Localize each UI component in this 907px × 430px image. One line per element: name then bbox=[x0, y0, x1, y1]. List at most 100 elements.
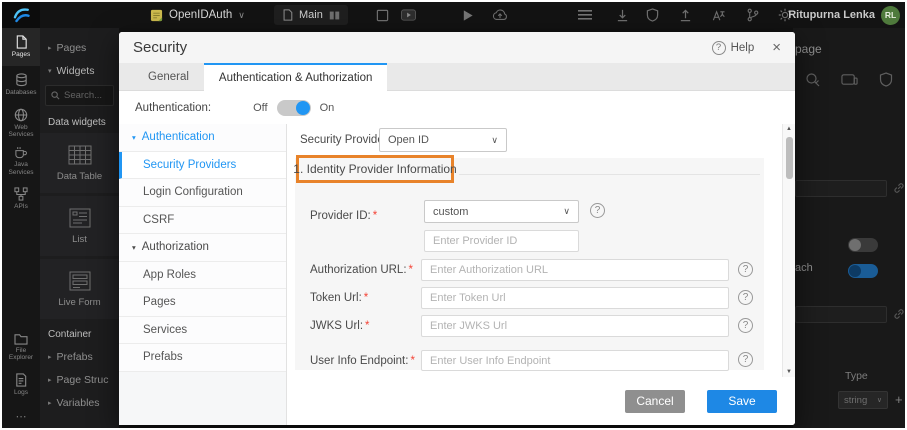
shield-security-icon[interactable] bbox=[644, 7, 660, 23]
logs-file-icon bbox=[15, 373, 27, 387]
group-container: Container bbox=[40, 322, 119, 345]
token-url-label: Token Url:* bbox=[310, 292, 368, 304]
scroll-down-icon[interactable]: ▼ bbox=[783, 369, 795, 375]
nav-item-services[interactable]: Services bbox=[119, 317, 286, 345]
search-icon bbox=[51, 91, 60, 100]
jwks-url-input[interactable] bbox=[421, 315, 729, 337]
localization-icon[interactable] bbox=[710, 7, 726, 23]
chevron-down-icon: ∨ bbox=[563, 206, 570, 217]
explorer-section-pages[interactable]: ▸ Pages bbox=[40, 36, 119, 59]
left-icon-rail: Pages Databases Web Services Java Servic… bbox=[2, 28, 40, 428]
help-icon[interactable]: ? bbox=[738, 318, 753, 333]
close-icon[interactable]: × bbox=[772, 40, 781, 55]
video-tutorials-icon[interactable] bbox=[400, 7, 416, 23]
rail-item-databases[interactable]: Databases bbox=[2, 66, 40, 104]
page-tab-label: Main bbox=[299, 9, 323, 21]
section-title: 1. Identity Provider Information bbox=[293, 162, 456, 176]
rail-more-button[interactable]: ⋯ bbox=[2, 404, 40, 428]
content-scrollbar[interactable]: ▲ ▼ bbox=[782, 124, 795, 377]
authentication-toggle[interactable] bbox=[277, 100, 311, 116]
user-avatar: RL bbox=[881, 6, 900, 25]
required-asterisk: * bbox=[373, 210, 377, 222]
dialog-body: ▾ Authentication Security Providers Logi… bbox=[119, 124, 795, 425]
explorer-section-widgets[interactable]: ▾ Widgets bbox=[40, 59, 119, 82]
bind-link-icon[interactable] bbox=[893, 308, 906, 321]
deploy-cloud-icon[interactable] bbox=[492, 7, 508, 23]
widget-tile-list[interactable]: List bbox=[40, 196, 119, 256]
explorer-section-prefabs[interactable]: ▸ Prefabs bbox=[40, 345, 119, 368]
scroll-up-icon[interactable]: ▲ bbox=[783, 126, 795, 132]
menu-list-icon[interactable] bbox=[577, 7, 593, 23]
tab-general[interactable]: General bbox=[133, 63, 204, 91]
tab-authentication-authorization[interactable]: Authentication & Authorization bbox=[204, 63, 387, 91]
question-circle-icon: ? bbox=[712, 41, 726, 55]
help-icon[interactable]: ? bbox=[738, 352, 753, 367]
property-input[interactable] bbox=[795, 180, 887, 197]
help-icon[interactable]: ? bbox=[590, 203, 605, 218]
download-icon[interactable] bbox=[614, 7, 630, 23]
help-button[interactable]: ? Help bbox=[712, 41, 755, 55]
explorer-section-page-structure[interactable]: ▸ Page Struc bbox=[40, 368, 119, 391]
rail-item-file-explorer[interactable]: File Explorer bbox=[2, 328, 40, 366]
rail-item-apis[interactable]: APIs bbox=[2, 180, 40, 218]
security-shield-icon[interactable] bbox=[879, 72, 897, 90]
widget-search-input[interactable]: Search... bbox=[45, 85, 114, 106]
rail-item-java-services[interactable]: Java Services bbox=[2, 142, 40, 180]
rail-item-logs[interactable]: Logs bbox=[2, 366, 40, 404]
device-preview-icon[interactable] bbox=[841, 73, 859, 91]
security-dialog: Security ? Help × General Authentication… bbox=[119, 32, 795, 425]
project-icon bbox=[150, 9, 163, 22]
cancel-button[interactable]: Cancel bbox=[625, 390, 685, 413]
project-selector[interactable]: OpenIDAuth ∨ bbox=[150, 2, 245, 28]
nav-item-csrf[interactable]: CSRF bbox=[119, 207, 286, 235]
wavemaker-logo-icon[interactable] bbox=[2, 2, 40, 28]
property-toggle-on[interactable] bbox=[848, 264, 878, 278]
project-name: OpenIDAuth bbox=[169, 9, 232, 21]
chevron-down-icon: ∨ bbox=[877, 396, 882, 404]
type-select[interactable]: string ∨ bbox=[838, 391, 888, 409]
page-tab-main[interactable]: Main bbox=[274, 5, 348, 25]
help-icon[interactable]: ? bbox=[738, 290, 753, 305]
nav-item-login-configuration[interactable]: Login Configuration bbox=[119, 179, 286, 207]
nav-item-security-providers[interactable]: Security Providers bbox=[119, 152, 286, 180]
nav-item-pages[interactable]: Pages bbox=[119, 289, 286, 317]
add-variable-button[interactable]: + bbox=[895, 392, 903, 407]
apis-nodes-icon bbox=[14, 187, 28, 201]
triangle-right-icon: ▸ bbox=[48, 353, 52, 361]
property-input[interactable] bbox=[795, 306, 887, 323]
explorer-panel: ▸ Pages ▾ Widgets Search... Data widgets… bbox=[40, 28, 119, 428]
user-info-endpoint-input[interactable] bbox=[421, 350, 729, 371]
rail-item-web-services[interactable]: Web Services bbox=[2, 104, 40, 142]
save-button[interactable]: Save bbox=[707, 390, 777, 413]
nav-section-authentication[interactable]: ▾ Authentication bbox=[119, 124, 286, 152]
required-asterisk: * bbox=[365, 320, 369, 332]
widget-tile-data-table[interactable]: Data Table bbox=[40, 133, 119, 193]
provider-id-input[interactable] bbox=[424, 230, 579, 252]
run-preview-icon[interactable] bbox=[460, 7, 476, 23]
live-form-icon bbox=[69, 271, 91, 291]
database-icon bbox=[15, 73, 28, 87]
toggle-off-label: Off bbox=[253, 102, 267, 114]
security-provider-select[interactable]: Open ID ∨ bbox=[379, 128, 507, 152]
nav-item-prefabs[interactable]: Prefabs bbox=[119, 344, 286, 372]
required-asterisk: * bbox=[410, 355, 414, 367]
token-url-input[interactable] bbox=[421, 287, 729, 309]
authorization-url-input[interactable] bbox=[421, 259, 729, 281]
nav-item-app-roles[interactable]: App Roles bbox=[119, 262, 286, 290]
vcs-branch-icon[interactable] bbox=[744, 7, 760, 23]
widget-tile-live-form[interactable]: Live Form bbox=[40, 259, 119, 319]
triangle-right-icon: ▸ bbox=[48, 376, 52, 384]
property-toggle-off[interactable] bbox=[848, 238, 878, 252]
jwks-url-label: JWKS Url:* bbox=[310, 320, 370, 332]
canvas-size-icon[interactable] bbox=[374, 7, 390, 23]
provider-id-select[interactable]: custom ∨ bbox=[424, 200, 579, 223]
rail-item-pages[interactable]: Pages bbox=[2, 28, 40, 66]
zoom-inspect-icon[interactable] bbox=[805, 72, 823, 90]
help-icon[interactable]: ? bbox=[738, 262, 753, 277]
explorer-section-variables[interactable]: ▸ Variables bbox=[40, 391, 119, 414]
nav-section-authorization[interactable]: ▾ Authorization bbox=[119, 234, 286, 262]
upload-icon[interactable] bbox=[677, 7, 693, 23]
scrollbar-thumb[interactable] bbox=[786, 137, 793, 179]
bind-link-icon[interactable] bbox=[893, 182, 906, 195]
user-menu[interactable]: Ritupurna Lenka RL bbox=[788, 2, 900, 28]
